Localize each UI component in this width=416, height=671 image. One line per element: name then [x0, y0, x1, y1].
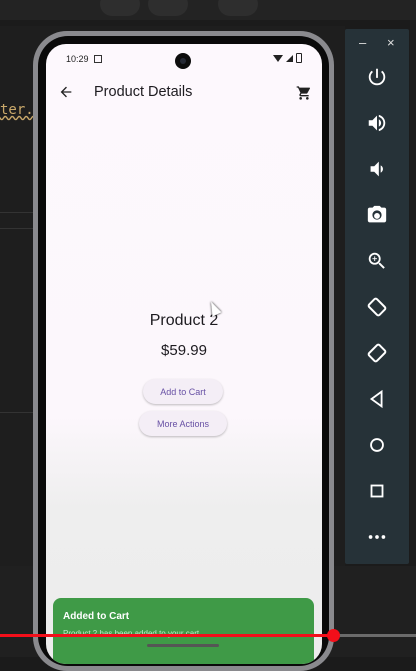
emulator-control-panel: – × — [345, 29, 409, 564]
search-icon[interactable] — [148, 0, 188, 16]
camera-icon — [367, 205, 387, 223]
screenshot-button[interactable] — [345, 201, 409, 229]
product-name: Product 2 — [149, 312, 219, 329]
volume-up-button[interactable] — [345, 109, 409, 137]
video-progress-handle[interactable] — [327, 629, 340, 642]
battery-icon — [296, 53, 302, 63]
divider — [0, 228, 36, 229]
status-time: 10:29 — [66, 54, 89, 64]
close-tab-icon[interactable] — [100, 0, 140, 16]
close-button[interactable]: × — [387, 35, 395, 50]
more-button[interactable] — [345, 523, 409, 551]
zoom-button[interactable] — [345, 247, 409, 275]
video-progress-fill — [0, 634, 333, 637]
home-icon — [370, 438, 384, 452]
add-to-cart-button[interactable]: Add to Cart — [143, 379, 223, 404]
minimize-button[interactable]: – — [359, 35, 366, 50]
pin-icon[interactable] — [218, 0, 258, 16]
snackbar: Added to Cart Product 2 has been added t… — [53, 598, 314, 664]
signal-icon — [286, 54, 293, 62]
back-arrow-icon[interactable] — [58, 84, 74, 100]
rotate-left-button[interactable] — [345, 293, 409, 321]
volume-up-icon — [368, 114, 386, 132]
home-indicator[interactable] — [147, 644, 219, 647]
divider — [0, 412, 36, 413]
notification-icon — [94, 55, 102, 63]
overview-button[interactable] — [345, 477, 409, 505]
more-icon — [368, 535, 386, 539]
volume-down-button[interactable] — [345, 155, 409, 183]
wifi-icon — [273, 54, 283, 62]
rotate-right-button[interactable] — [345, 339, 409, 367]
back-icon — [369, 389, 383, 409]
power-icon — [368, 68, 386, 86]
front-camera — [175, 53, 191, 69]
shopping-cart-icon[interactable] — [296, 85, 312, 101]
app-bar: Product Details — [46, 78, 322, 108]
home-button[interactable] — [345, 431, 409, 459]
rotate-left-icon — [367, 297, 387, 317]
page-title: Product Details — [94, 84, 193, 100]
phone-screen: 10:29 Product Details Product 2 $59.99 A… — [46, 44, 322, 664]
divider — [0, 212, 36, 213]
power-button[interactable] — [345, 63, 409, 91]
video-progress-bar[interactable] — [0, 629, 416, 642]
zoom-icon — [368, 252, 385, 269]
ide-topbar — [0, 0, 416, 20]
more-actions-button[interactable]: More Actions — [139, 411, 227, 436]
overview-icon — [370, 484, 384, 498]
status-bar: 10:29 — [46, 44, 322, 74]
snackbar-title: Added to Cart — [63, 611, 130, 622]
status-icons — [273, 53, 302, 63]
rotate-right-icon — [367, 343, 387, 363]
product-price: $59.99 — [161, 342, 207, 359]
back-button[interactable] — [345, 385, 409, 413]
volume-down-icon — [370, 161, 383, 177]
